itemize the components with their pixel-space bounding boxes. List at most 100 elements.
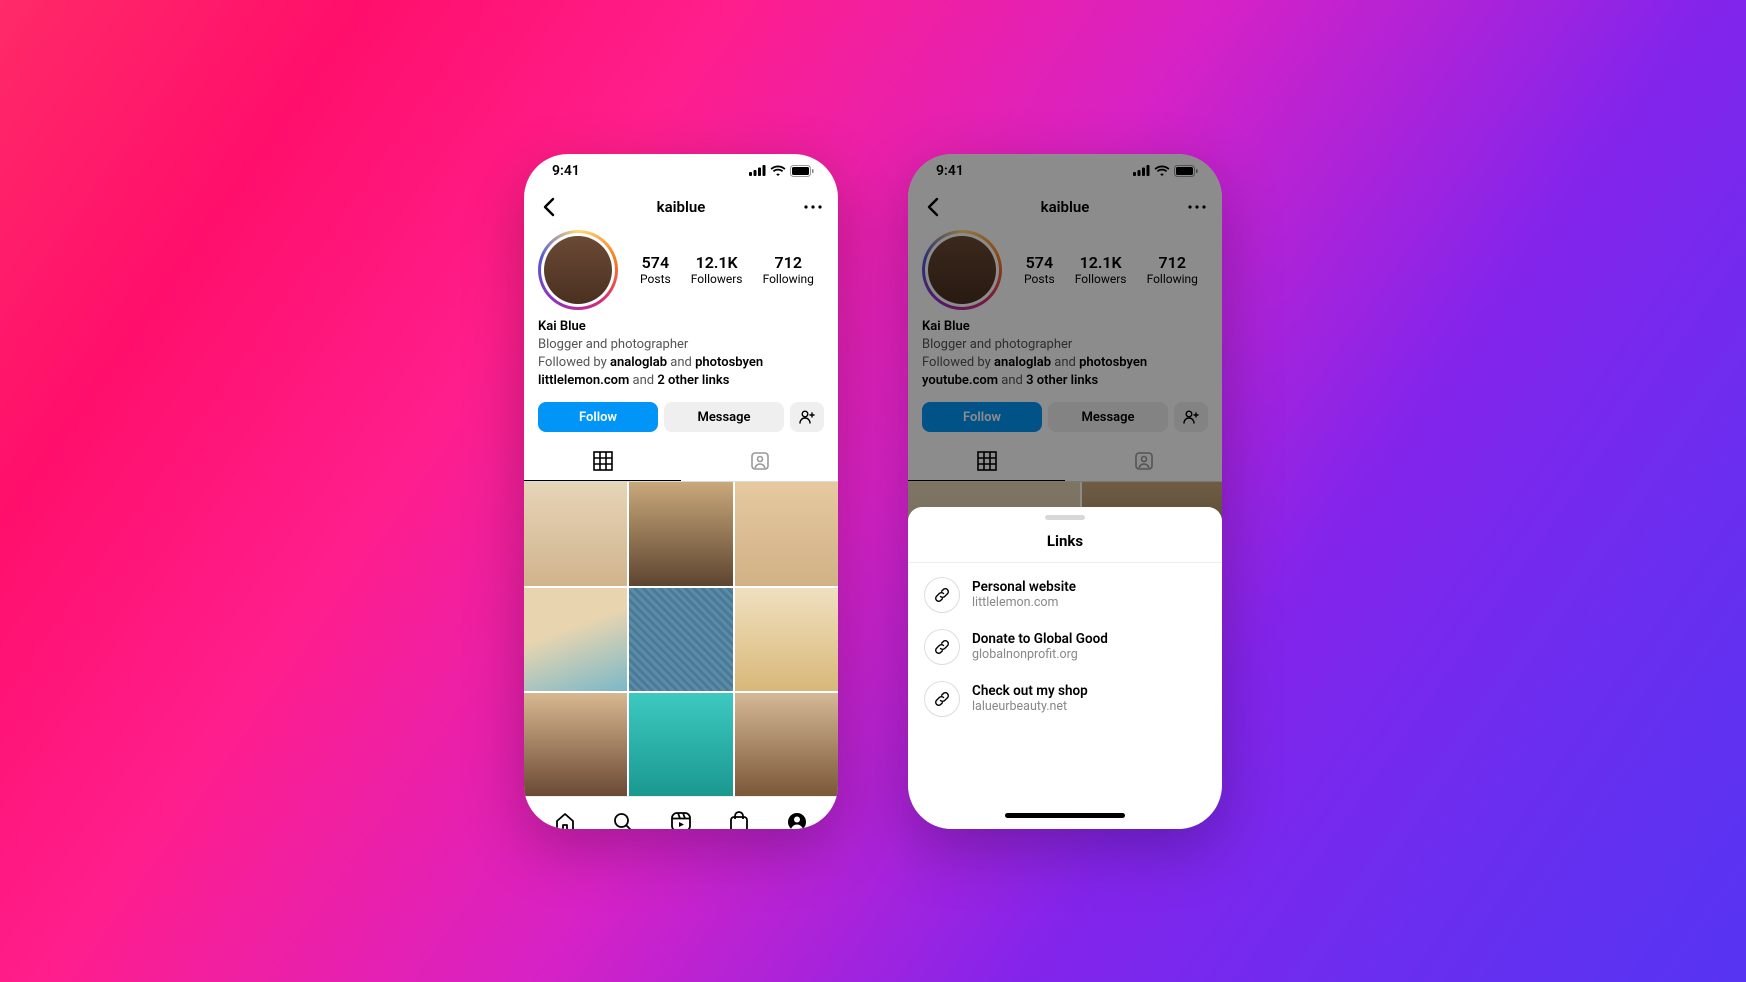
nav-bar: kaiblue — [908, 188, 1222, 226]
stat-followers[interactable]: 12.1K Followers — [1075, 253, 1127, 286]
battery-icon — [790, 165, 814, 177]
grid-cell[interactable] — [735, 588, 838, 691]
link-icon — [924, 577, 960, 613]
profile-actions: Follow Message — [908, 396, 1222, 442]
link-title: Donate to Global Good — [972, 631, 1108, 647]
grid-cell[interactable] — [524, 588, 627, 691]
phone-profile: 9:41 kaiblue 574 Posts — [524, 154, 838, 829]
wifi-icon — [770, 165, 786, 176]
stat-followers[interactable]: 12.1K Followers — [691, 253, 743, 286]
profile-header: 574 Posts 12.1K Followers 712 Following — [908, 226, 1222, 310]
stat-followers-label: Followers — [691, 272, 743, 286]
status-time: 9:41 — [936, 163, 964, 179]
link-url: lalueurbeauty.net — [972, 699, 1088, 714]
nav-profile-icon[interactable] — [786, 811, 808, 829]
avatar — [928, 236, 996, 304]
nav-reels-icon[interactable] — [670, 811, 692, 829]
tab-tagged[interactable] — [681, 442, 838, 481]
followed-by[interactable]: Followed by analoglab and photosbyen — [922, 354, 1208, 372]
cellular-icon — [1133, 165, 1150, 176]
suggest-user-button[interactable] — [790, 402, 824, 432]
avatar-story-ring[interactable] — [538, 230, 618, 310]
tagged-icon — [750, 451, 770, 471]
status-icons — [749, 165, 814, 177]
nav-username: kaiblue — [657, 198, 706, 216]
tagged-icon — [1134, 451, 1154, 471]
link-url: globalnonprofit.org — [972, 647, 1108, 662]
grid-cell[interactable] — [524, 482, 627, 585]
bio-links[interactable]: youtube.com and 3 other links — [922, 372, 1208, 390]
stat-posts[interactable]: 574 Posts — [640, 253, 671, 286]
nav-search-icon[interactable] — [612, 811, 634, 829]
more-icon[interactable] — [802, 196, 824, 218]
message-button[interactable]: Message — [1048, 402, 1168, 432]
status-time: 9:41 — [552, 163, 580, 179]
followed-by[interactable]: Followed by analoglab and photosbyen — [538, 354, 824, 372]
link-title: Check out my shop — [972, 683, 1088, 699]
bio: Kai Blue Blogger and photographer Follow… — [524, 310, 838, 397]
back-icon[interactable] — [922, 196, 944, 218]
link-item[interactable]: Personal website littlelemon.com — [908, 569, 1222, 621]
profile-actions: Follow Message — [524, 396, 838, 442]
tab-tagged[interactable] — [1065, 442, 1222, 481]
nav-shop-icon[interactable] — [728, 811, 750, 829]
profile-tabs — [524, 442, 838, 482]
cellular-icon — [749, 165, 766, 176]
profile-name: Kai Blue — [538, 318, 824, 336]
posts-grid — [524, 482, 838, 796]
nav-home-icon[interactable] — [554, 811, 576, 829]
follow-button[interactable]: Follow — [922, 402, 1042, 432]
stat-following-number: 712 — [763, 253, 814, 272]
profile-tabs — [908, 442, 1222, 482]
grid-cell[interactable] — [629, 482, 732, 585]
message-button[interactable]: Message — [664, 402, 784, 432]
link-url: littlelemon.com — [972, 595, 1076, 610]
more-icon[interactable] — [1186, 196, 1208, 218]
home-indicator — [908, 803, 1222, 829]
profile-header: 574 Posts 12.1K Followers 712 Following — [524, 226, 838, 310]
grid-icon — [593, 451, 613, 471]
stat-posts-number: 574 — [640, 253, 671, 272]
nav-username: kaiblue — [1041, 198, 1090, 216]
wifi-icon — [1154, 165, 1170, 176]
stat-posts-label: Posts — [640, 272, 671, 286]
stat-following[interactable]: 712 Following — [1147, 253, 1198, 286]
stats: 574 Posts 12.1K Followers 712 Following — [1014, 253, 1208, 286]
avatar-story-ring[interactable] — [922, 230, 1002, 310]
profile-category: Blogger and photographer — [538, 336, 824, 354]
sheet-handle[interactable] — [1045, 515, 1085, 520]
bio-links[interactable]: littlelemon.com and 2 other links — [538, 372, 824, 390]
bottom-nav — [524, 796, 838, 828]
stat-followers-number: 12.1K — [691, 253, 743, 272]
status-icons — [1133, 165, 1198, 177]
stat-following-label: Following — [763, 272, 814, 286]
avatar — [544, 236, 612, 304]
grid-cell[interactable] — [629, 588, 732, 691]
stat-posts[interactable]: 574 Posts — [1024, 253, 1055, 286]
battery-icon — [1174, 165, 1198, 177]
suggest-user-button[interactable] — [1174, 402, 1208, 432]
link-title: Personal website — [972, 579, 1076, 595]
sheet-title: Links — [908, 524, 1222, 563]
status-bar: 9:41 — [524, 154, 838, 188]
tab-grid[interactable] — [524, 442, 681, 481]
grid-cell[interactable] — [629, 693, 732, 796]
nav-bar: kaiblue — [524, 188, 838, 226]
follow-button[interactable]: Follow — [538, 402, 658, 432]
link-item[interactable]: Donate to Global Good globalnonprofit.or… — [908, 621, 1222, 673]
tab-grid[interactable] — [908, 442, 1065, 481]
bio: Kai Blue Blogger and photographer Follow… — [908, 310, 1222, 397]
back-icon[interactable] — [538, 196, 560, 218]
link-icon — [924, 629, 960, 665]
stats: 574 Posts 12.1K Followers 712 Following — [630, 253, 824, 286]
link-icon — [924, 681, 960, 717]
links-sheet[interactable]: Links Personal website littlelemon.com D… — [908, 507, 1222, 829]
status-bar: 9:41 — [908, 154, 1222, 188]
phone-links-sheet: 9:41 kaiblue 574 Posts — [908, 154, 1222, 829]
grid-cell[interactable] — [524, 693, 627, 796]
grid-cell[interactable] — [735, 482, 838, 585]
grid-cell[interactable] — [735, 693, 838, 796]
grid-icon — [977, 451, 997, 471]
link-item[interactable]: Check out my shop lalueurbeauty.net — [908, 673, 1222, 725]
stat-following[interactable]: 712 Following — [763, 253, 814, 286]
